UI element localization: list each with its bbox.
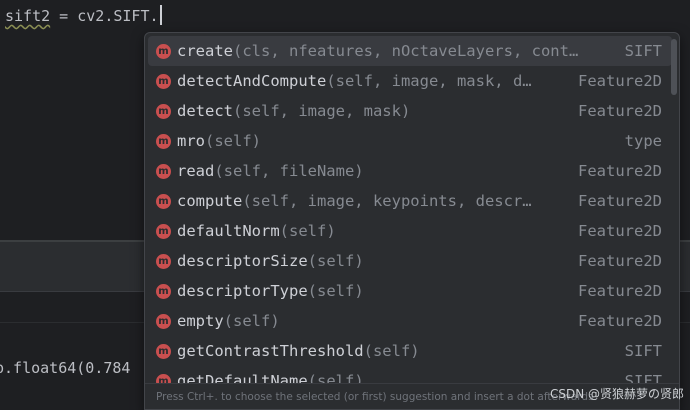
completion-signature: defaultNorm(self): [177, 222, 566, 240]
completion-owner: Feature2D: [578, 102, 662, 120]
method-icon: m: [156, 343, 171, 359]
completion-owner: Feature2D: [578, 282, 662, 300]
completion-name: detect: [177, 102, 233, 120]
completion-name: read: [177, 162, 215, 180]
completion-name: empty: [177, 312, 224, 330]
completion-name: mro: [177, 132, 205, 150]
method-icon: m: [156, 103, 171, 119]
completion-owner: Feature2D: [578, 252, 662, 270]
completion-signature: descriptorType(self): [177, 282, 566, 300]
completion-params: (self): [307, 282, 364, 300]
completion-name: detectAndCompute: [177, 72, 327, 90]
completion-params: (self): [363, 342, 420, 360]
completion-item-mro[interactable]: m mro(self) type: [148, 126, 672, 156]
completion-signature: getContrastThreshold(self): [177, 342, 613, 360]
completion-owner: type: [624, 132, 662, 150]
completion-signature: detect(self, image, mask): [177, 102, 566, 120]
method-icon: m: [156, 73, 171, 89]
method-icon: m: [156, 133, 171, 149]
code-completion-popup[interactable]: m create(cls, nfeatures, nOctaveLayers, …: [144, 32, 680, 410]
completion-signature: detectAndCompute(self, image, mask, d…: [177, 72, 566, 90]
console-line: p.float64(0.784: [0, 359, 131, 377]
method-icon: m: [156, 223, 171, 239]
watermark: CSDN @贤狼赫萝の贤郎: [549, 387, 684, 401]
method-icon: m: [156, 163, 171, 179]
method-icon: m: [156, 193, 171, 209]
completion-signature: compute(self, image, keypoints, descr…: [177, 192, 566, 210]
completion-item-detect[interactable]: m detect(self, image, mask) Feature2D: [148, 96, 672, 126]
completion-item-descriptorType[interactable]: m descriptorType(self) Feature2D: [148, 276, 672, 306]
method-icon: m: [156, 43, 171, 59]
completion-item-descriptorSize[interactable]: m descriptorSize(self) Feature2D: [148, 246, 672, 276]
text-caret: [159, 5, 162, 25]
completion-params: (self): [205, 132, 261, 150]
completion-signature: create(cls, nfeatures, nOctaveLayers, co…: [177, 42, 613, 60]
code-line: sift2 = cv2.SIFT.: [5, 4, 162, 28]
completion-item-getContrastThreshold[interactable]: m getContrastThreshold(self) SIFT: [148, 336, 672, 366]
completion-owner: Feature2D: [578, 312, 662, 330]
completion-scrollbar[interactable]: [671, 39, 677, 95]
completion-name: compute: [177, 192, 243, 210]
completion-params: (self, image, keypoints, descr…: [242, 192, 532, 210]
completion-owner: Feature2D: [578, 162, 662, 180]
completion-params: (self, fileName): [214, 162, 364, 180]
completion-item-read[interactable]: m read(self, fileName) Feature2D: [148, 156, 672, 186]
completion-list: m create(cls, nfeatures, nOctaveLayers, …: [145, 36, 673, 396]
completion-params: (cls, nfeatures, nOctaveLayers, cont…: [233, 42, 579, 60]
completion-item-compute[interactable]: m compute(self, image, keypoints, descr……: [148, 186, 672, 216]
method-icon: m: [156, 253, 171, 269]
completion-signature: mro(self): [177, 132, 613, 150]
code-variable: sift2: [5, 7, 51, 25]
completion-item-detectAndCompute[interactable]: m detectAndCompute(self, image, mask, d……: [148, 66, 672, 96]
completion-signature: descriptorSize(self): [177, 252, 566, 270]
code-expression: = cv2.SIFT.: [50, 7, 159, 25]
completion-params: (self, image, mask): [233, 102, 411, 120]
completion-item-defaultNorm[interactable]: m defaultNorm(self) Feature2D: [148, 216, 672, 246]
completion-name: create: [177, 42, 233, 60]
completion-item-empty[interactable]: m empty(self) Feature2D: [148, 306, 672, 336]
completion-params: (self): [279, 222, 336, 240]
completion-name: defaultNorm: [177, 222, 280, 240]
completion-name: getContrastThreshold: [177, 342, 364, 360]
completion-params: (self): [307, 252, 364, 270]
method-icon: m: [156, 313, 171, 329]
completion-name: descriptorSize: [177, 252, 308, 270]
completion-params: (self): [223, 312, 280, 330]
completion-name: descriptorType: [177, 282, 308, 300]
completion-signature: empty(self): [177, 312, 566, 330]
completion-owner: Feature2D: [578, 222, 662, 240]
completion-owner: Feature2D: [578, 72, 662, 90]
completion-signature: read(self, fileName): [177, 162, 566, 180]
completion-owner: SIFT: [624, 342, 662, 360]
completion-owner: Feature2D: [578, 192, 662, 210]
completion-params: (self, image, mask, d…: [326, 72, 532, 90]
completion-item-create[interactable]: m create(cls, nfeatures, nOctaveLayers, …: [148, 36, 672, 66]
completion-owner: SIFT: [624, 42, 662, 60]
method-icon: m: [156, 283, 171, 299]
